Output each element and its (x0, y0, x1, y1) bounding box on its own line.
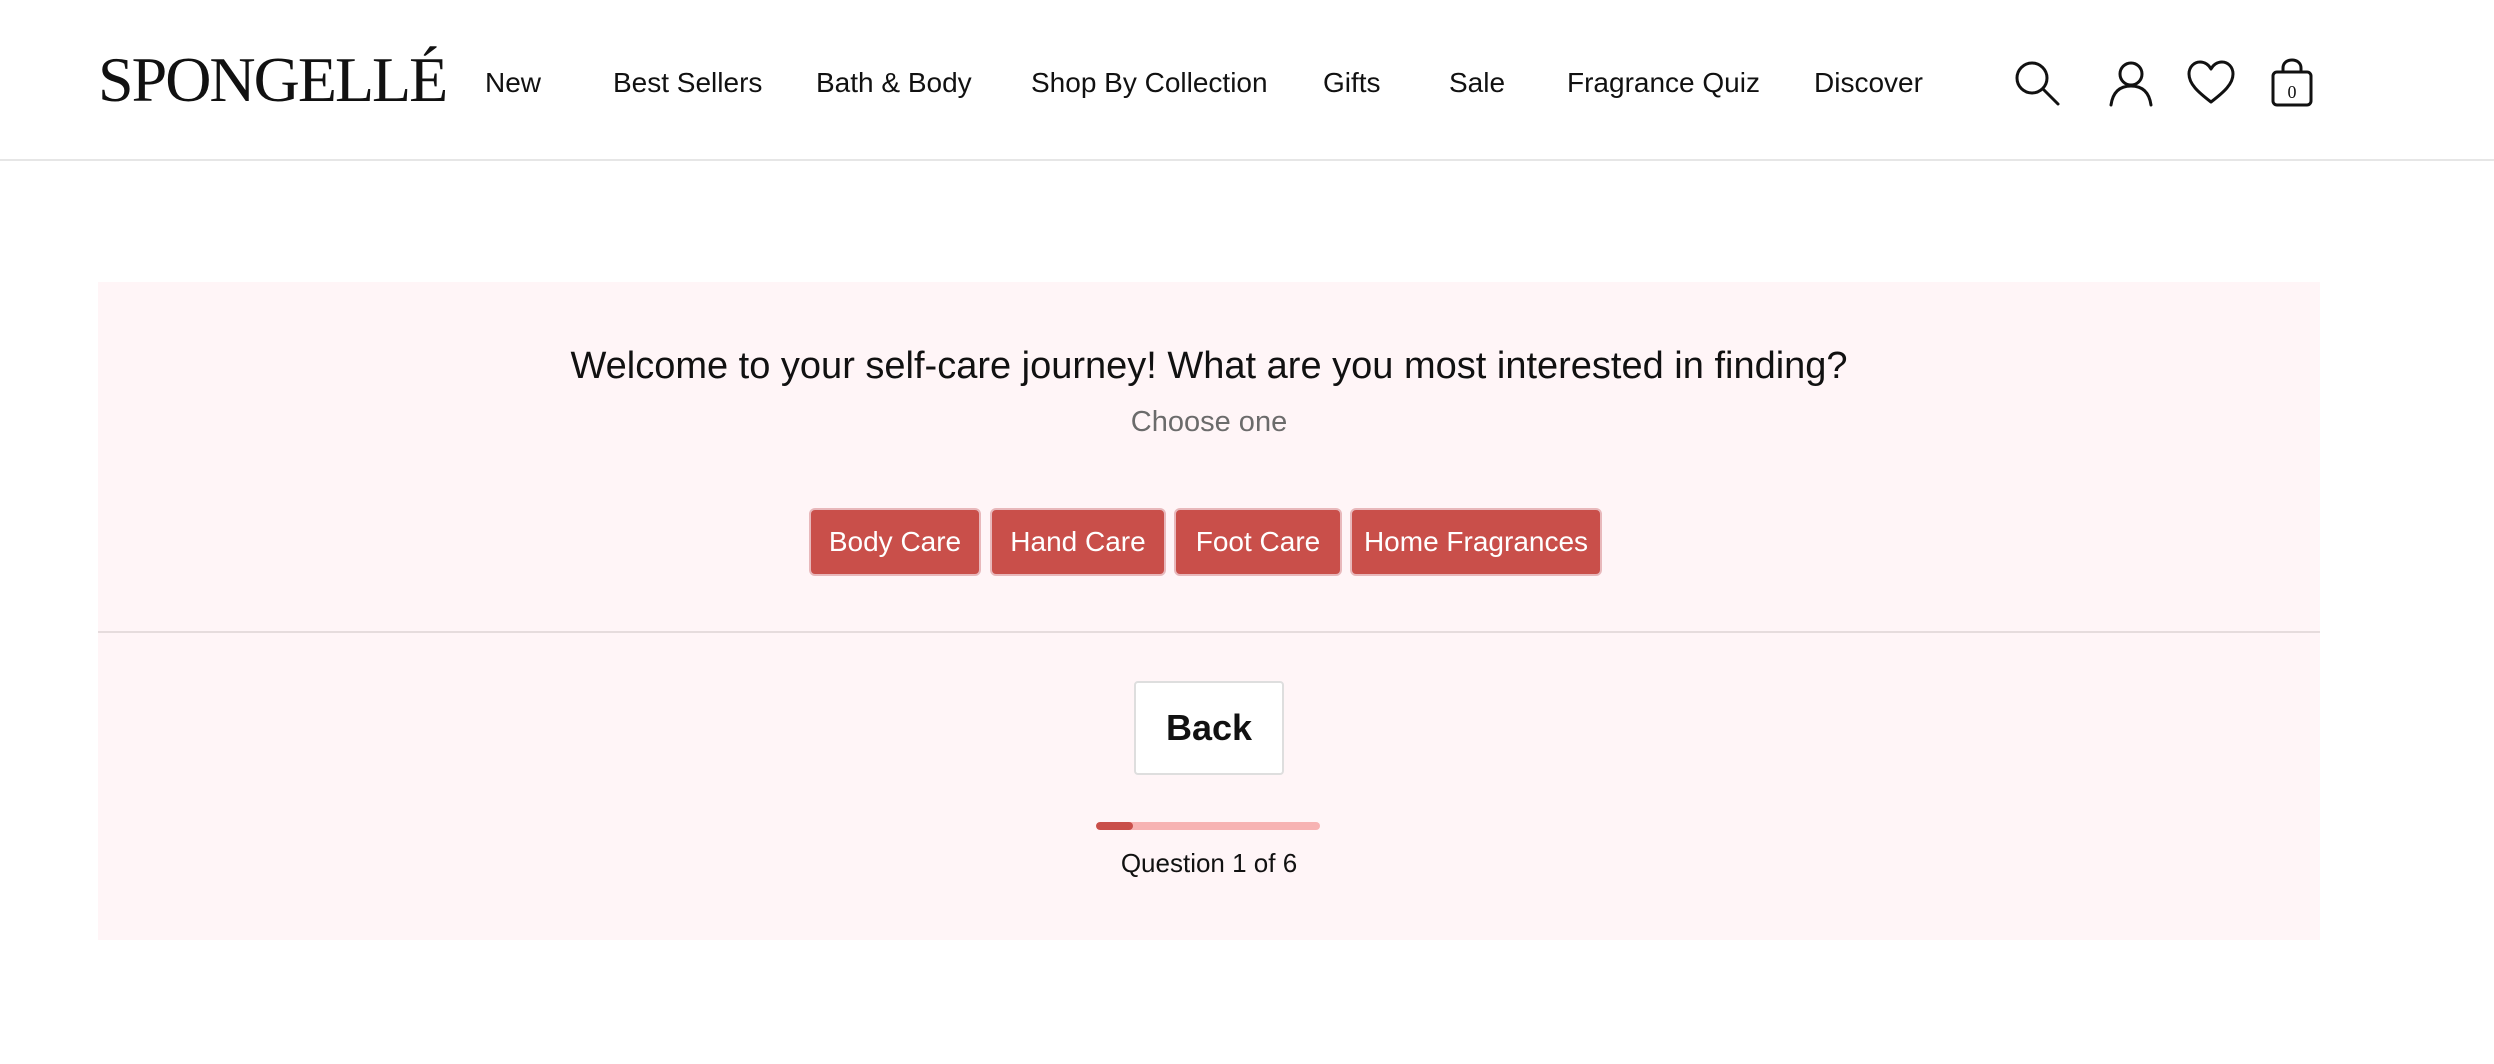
quiz-progress-label: Question 1 of 6 (1120, 848, 1298, 878)
quiz-progress-fill (1096, 822, 1134, 830)
quiz-question: Welcome to your self-care journey! What … (570, 345, 1848, 387)
nav-item-best-sellers[interactable]: Best Sellers (613, 66, 762, 100)
option-foot-care-button[interactable]: Foot Care (1174, 508, 1342, 576)
option-body-care-button[interactable]: Body Care (809, 508, 981, 576)
back-button[interactable]: Back (1134, 681, 1284, 775)
nav-item-gifts[interactable]: Gifts (1323, 66, 1381, 100)
option-home-fragrances-button[interactable]: Home Fragrances (1350, 508, 1602, 576)
option-hand-care-button[interactable]: Hand Care (990, 508, 1166, 576)
shopping-bag-icon[interactable]: 0 (2268, 58, 2316, 108)
cart-count: 0 (2288, 82, 2297, 102)
nav-item-sale[interactable]: Sale (1449, 66, 1505, 100)
quiz-instruction: Choose one (1130, 406, 1288, 438)
nav-item-new[interactable]: New (485, 66, 541, 100)
quiz-panel: Welcome to your self-care journey! What … (98, 282, 2320, 940)
nav-item-bath-body[interactable]: Bath & Body (816, 66, 972, 100)
nav-item-fragrance-quiz[interactable]: Fragrance Quiz (1567, 66, 1760, 100)
brand-logo[interactable]: SPONGELLÉ (98, 48, 448, 112)
nav-item-shop-by-collection[interactable]: Shop By Collection (1031, 66, 1268, 100)
search-icon[interactable] (2012, 58, 2062, 108)
nav-item-discover[interactable]: Discover (1814, 66, 1923, 100)
quiz-progress-bar (1096, 822, 1320, 830)
user-icon[interactable] (2106, 58, 2156, 108)
site-header: SPONGELLÉ New Best Sellers Bath & Body S… (0, 0, 2494, 161)
section-divider (98, 631, 2320, 633)
heart-icon[interactable] (2186, 58, 2236, 108)
